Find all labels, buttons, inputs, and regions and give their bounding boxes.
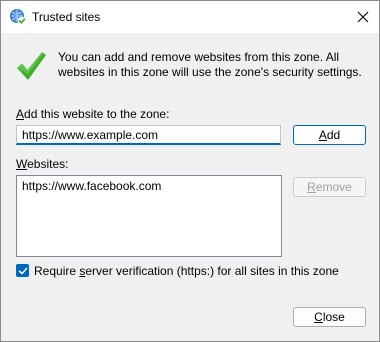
require-https-label[interactable]: Require server verification (https:) for… — [34, 264, 339, 278]
add-website-label: Add this website to the zone: — [16, 107, 170, 121]
close-icon — [357, 11, 369, 23]
checkmark-icon — [18, 267, 27, 274]
websites-label: Websites: — [16, 157, 69, 171]
globe-check-icon — [10, 9, 27, 26]
require-https-checkbox[interactable] — [16, 264, 29, 277]
zone-info-text: You can add and remove websites from thi… — [58, 50, 362, 79]
close-button[interactable]: Close — [293, 307, 366, 327]
close-window-button[interactable] — [347, 1, 379, 33]
remove-button[interactable]: Remove — [293, 177, 366, 197]
title-bar: Trusted sites — [1, 1, 379, 33]
websites-list[interactable]: https://www.facebook.com — [16, 175, 282, 257]
trusted-sites-dialog: Trusted sites You can add and remove web… — [0, 0, 380, 342]
window-title: Trusted sites — [32, 10, 101, 24]
website-url-input[interactable] — [16, 125, 281, 145]
list-item[interactable]: https://www.facebook.com — [17, 176, 281, 196]
green-checkmark-icon — [17, 52, 46, 80]
add-button[interactable]: Add — [293, 125, 366, 145]
